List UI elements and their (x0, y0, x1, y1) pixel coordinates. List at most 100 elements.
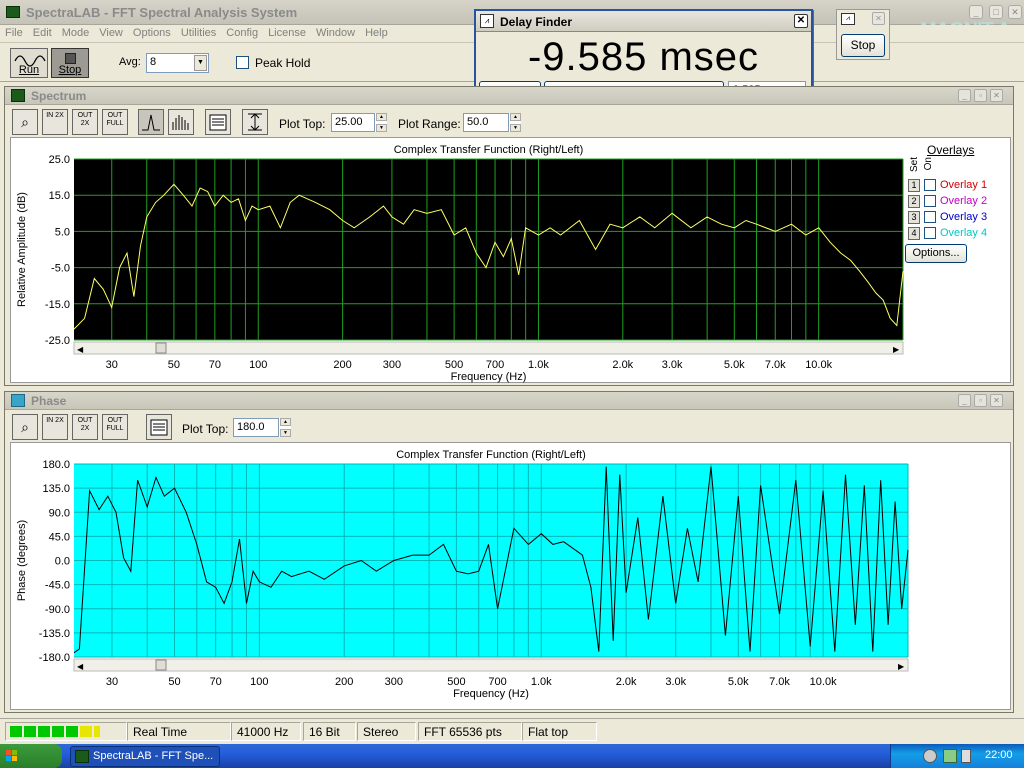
autoscale-icon[interactable] (242, 109, 268, 135)
plot-range-value: 50.0 (467, 116, 489, 128)
spectrum-zoom-icon[interactable]: ⌕ (12, 109, 38, 135)
tray-speaker-icon[interactable] (961, 749, 971, 763)
x-tick-label: 300 (385, 676, 403, 688)
chart-title: Complex Transfer Function (Right/Left) (394, 144, 584, 156)
x-tick-label: 5.0k (728, 676, 749, 688)
stop-window-close-icon[interactable]: ✕ (872, 12, 885, 25)
plot-range-spinner[interactable]: ▲ ▼ (509, 113, 521, 132)
x-tick-label: 100 (250, 676, 268, 688)
phase-plot-top-input[interactable]: 180.0 (233, 418, 279, 437)
x-tick-label: 3.0k (662, 359, 683, 371)
start-button[interactable] (0, 744, 62, 768)
phase-titlebar: Phase _ ▫ ✕ (5, 392, 1013, 410)
overlays-title: Overlays (927, 143, 975, 157)
spectrum-restore-icon[interactable]: ▫ (974, 89, 987, 102)
menu-edit[interactable]: Edit (28, 25, 57, 39)
phase-plot-top-spinner[interactable]: ▲ ▼ (279, 418, 291, 437)
tray-app-icon[interactable] (923, 749, 937, 763)
spectrum-chart[interactable]: Complex Transfer Function (Right/Left) 2 5… (11, 138, 1012, 384)
spectrum-titlebar: Spectrum _ ▫ ✕ (5, 87, 1013, 105)
peak-hold-checkbox[interactable] (236, 56, 249, 69)
spin-down-icon[interactable]: ▼ (510, 124, 521, 132)
menu-mode[interactable]: Mode (57, 25, 95, 39)
menu-options[interactable]: Options (128, 25, 176, 39)
phase-minimize-icon[interactable]: _ (958, 394, 971, 407)
phase-table-view-icon[interactable] (146, 414, 172, 440)
clock: 22:00 (985, 749, 1013, 761)
status-bar: Real Time 41000 Hz 16 Bit Stereo FFT 655… (0, 718, 1024, 744)
phase-restore-icon[interactable]: ▫ (974, 394, 987, 407)
x-tick-label: 700 (488, 676, 506, 688)
app-icon[interactable] (6, 6, 20, 18)
x-tick-label: 3.0k (665, 676, 686, 688)
overlays-options-button[interactable]: Options... (905, 244, 967, 263)
x-tick-label: 300 (383, 359, 401, 371)
overlay-2-label: Overlay 2 (940, 195, 988, 207)
menu-help[interactable]: Help (360, 25, 393, 39)
y-tick-label: -180.0 (39, 652, 70, 664)
menu-config[interactable]: Config (221, 25, 263, 39)
overlay-set-3-button[interactable]: 3 (908, 211, 920, 224)
spectrum-plot-area: Complex Transfer Function (Right/Left) 2 5… (10, 137, 1011, 383)
level-segment (52, 726, 64, 737)
taskbar-spectralab-button[interactable]: SpectraLAB - FFT Spe... (70, 746, 220, 767)
x-tick-label: 50 (168, 359, 180, 371)
overlay-on-3-checkbox[interactable] (924, 211, 936, 223)
y-axis-label: Relative Amplitude (dB) (16, 192, 28, 307)
phase-close-icon[interactable]: ✕ (990, 394, 1003, 407)
status-window: Flat top (522, 722, 597, 741)
run-button[interactable]: Run (10, 48, 48, 78)
overlay-on-4-checkbox[interactable] (924, 227, 936, 239)
phase-chart[interactable]: Complex Transfer Function (Right/Left) 18… (11, 443, 1012, 711)
menu-license[interactable]: License (263, 25, 311, 39)
phase-zoom-in-2x-icon[interactable]: IN 2X (42, 414, 68, 440)
y-tick-label: -90.0 (45, 604, 70, 616)
overlay-set-1-button[interactable]: 1 (908, 179, 920, 192)
spin-down-icon[interactable]: ▼ (376, 124, 387, 132)
overlay-3-label: Overlay 3 (940, 211, 988, 223)
x-tick-label: 30 (106, 676, 118, 688)
chevron-down-icon[interactable]: ▼ (194, 55, 207, 71)
overlay-set-4-button[interactable]: 4 (908, 227, 920, 240)
spectrum-close-icon[interactable]: ✕ (990, 89, 1003, 102)
line-mode-icon[interactable] (138, 109, 164, 135)
menu-file[interactable]: File (0, 25, 28, 39)
tray-network-icon[interactable] (943, 749, 957, 763)
overlay-on-1-checkbox[interactable] (924, 179, 936, 191)
phase-plot-top-label: Plot Top: (182, 422, 229, 436)
phase-zoom-out-full-icon[interactable]: OUT FULL (102, 414, 128, 440)
spin-down-icon[interactable]: ▼ (280, 429, 291, 437)
overlay-set-2-button[interactable]: 2 (908, 195, 920, 208)
phase-zoom-out-2x-icon[interactable]: OUT 2X (72, 414, 98, 440)
spectrum-zoom-out-full-icon[interactable]: OUT FULL (102, 109, 128, 135)
status-fft: FFT 65536 pts (418, 722, 522, 741)
overlays-set-label: Set (909, 157, 920, 173)
phase-zoom-icon[interactable]: ⌕ (12, 414, 38, 440)
peak-hold-label: Peak Hold (255, 56, 311, 70)
delay-finder-close-icon[interactable]: ✕ (794, 14, 808, 28)
scroll-left-icon: ◀ (77, 345, 84, 354)
stop-window-button[interactable]: Stop (841, 34, 885, 57)
avg-select[interactable]: 8 ▼ (146, 53, 209, 73)
menu-utilities[interactable]: Utilities (176, 25, 221, 39)
x-tick-label: 1.0k (528, 359, 549, 371)
spin-up-icon[interactable]: ▲ (376, 113, 387, 121)
x-tick-label: 200 (333, 359, 351, 371)
bar-mode-icon[interactable] (168, 109, 194, 135)
table-view-icon[interactable] (205, 109, 231, 135)
level-meter (5, 722, 127, 741)
scroll-left-icon: ◀ (77, 662, 84, 671)
plot-range-input[interactable]: 50.0 (463, 113, 509, 132)
spectrum-zoom-out-2x-icon[interactable]: OUT 2X (72, 109, 98, 135)
spectrum-minimize-icon[interactable]: _ (958, 89, 971, 102)
menu-view[interactable]: View (94, 25, 128, 39)
spin-up-icon[interactable]: ▲ (510, 113, 521, 121)
spin-up-icon[interactable]: ▲ (280, 418, 291, 426)
stop-button[interactable]: Stop (51, 48, 89, 78)
spectrum-plot-top-input[interactable]: 25.00 (331, 113, 375, 132)
spectrum-zoom-in-2x-icon[interactable]: IN 2X (42, 109, 68, 135)
overlay-on-2-checkbox[interactable] (924, 195, 936, 207)
menu-window[interactable]: Window (311, 25, 360, 39)
x-tick-label: 2.0k (612, 359, 633, 371)
spectrum-plot-top-spinner[interactable]: ▲ ▼ (375, 113, 387, 132)
